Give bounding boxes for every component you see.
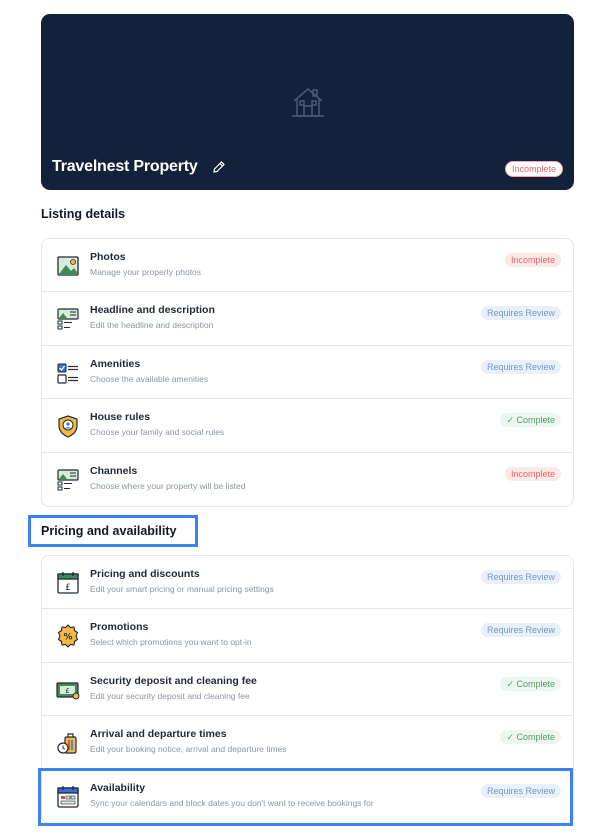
list-item-deposit[interactable]: £ Security deposit and cleaning fee Edit… xyxy=(42,663,573,717)
amenities-icon xyxy=(57,363,78,384)
item-name: Promotions xyxy=(90,621,149,634)
item-description: Choose your family and social rules xyxy=(90,427,225,438)
property-banner: Travelnest Property Incomplete xyxy=(41,14,574,190)
status-badge: Requires Review xyxy=(480,623,561,638)
availability-highlight xyxy=(38,768,573,826)
pricing-calendar-icon: £ xyxy=(57,572,79,594)
status-badge: Requires Review xyxy=(480,359,561,374)
item-name: Arrival and departure times xyxy=(90,728,227,741)
svg-text:%: % xyxy=(63,633,72,643)
item-description: Choose where your property will be liste… xyxy=(90,480,246,491)
item-description: Select which promotions you want to opt-… xyxy=(90,637,252,648)
status-badge: ✓ Complete xyxy=(500,413,561,428)
house-placeholder-icon xyxy=(292,88,324,117)
luggage-clock-icon xyxy=(57,733,77,754)
list-item-house-rules[interactable]: House rules Choose your family and socia… xyxy=(42,399,573,453)
item-name: Photos xyxy=(90,251,126,263)
status-badge: Incomplete xyxy=(504,253,561,267)
svg-text:£: £ xyxy=(65,687,69,695)
list-item-promotions[interactable]: % Promotions Select which promotions you… xyxy=(42,609,573,663)
item-name: Security deposit and cleaning fee xyxy=(90,674,257,687)
photos-icon xyxy=(57,256,79,276)
item-name: Headline and description xyxy=(90,304,215,317)
list-item-photos[interactable]: Photos Manage your property photos Incom… xyxy=(42,239,573,293)
item-name: Pricing and discounts xyxy=(90,568,200,580)
section-title-listing-details: Listing details xyxy=(41,207,126,221)
status-badge: ✓ Complete xyxy=(500,730,561,745)
status-badge: Requires Review xyxy=(480,570,561,584)
item-description: Edit the headline and description xyxy=(90,320,214,331)
edit-pencil-icon[interactable] xyxy=(212,160,226,174)
status-badge: Requires Review xyxy=(480,306,561,321)
headline-icon xyxy=(57,308,79,330)
promotions-icon: % xyxy=(57,624,79,649)
list-item-pricing[interactable]: £ Pricing and discounts Edit your smart … xyxy=(42,556,573,610)
item-description: Edit your security deposit and cleaning … xyxy=(90,690,250,701)
item-description: Edit your booking notice, arrival and de… xyxy=(90,744,287,755)
list-item-headline[interactable]: Headline and description Edit the headli… xyxy=(42,292,573,346)
house-rules-icon xyxy=(58,415,78,438)
channels-icon xyxy=(57,468,79,491)
item-description: Edit your smart pricing or manual pricin… xyxy=(90,584,274,594)
section-title-pricing-availability: Pricing and availability xyxy=(41,524,177,538)
item-description: Choose the available amenities xyxy=(90,373,209,384)
list-item-channels[interactable]: Channels Choose where your property will… xyxy=(42,453,573,506)
property-title: Travelnest Property xyxy=(52,158,198,175)
item-name: House rules xyxy=(90,411,151,424)
status-badge: ✓ Complete xyxy=(500,676,561,691)
list-item-arrival[interactable]: Arrival and departure times Edit your bo… xyxy=(42,716,573,770)
svg-text:£: £ xyxy=(65,583,71,593)
property-status-badge: Incomplete xyxy=(504,161,563,177)
item-description: Manage your property photos xyxy=(90,267,202,277)
list-item-amenities[interactable]: Amenities Choose the available amenities… xyxy=(42,346,573,400)
item-name: Channels xyxy=(90,464,138,477)
item-name: Amenities xyxy=(90,357,141,370)
money-banknote-icon: £ xyxy=(56,682,80,700)
status-badge: Incomplete xyxy=(504,466,561,481)
listing-details-card: Photos Manage your property photos Incom… xyxy=(41,238,574,507)
